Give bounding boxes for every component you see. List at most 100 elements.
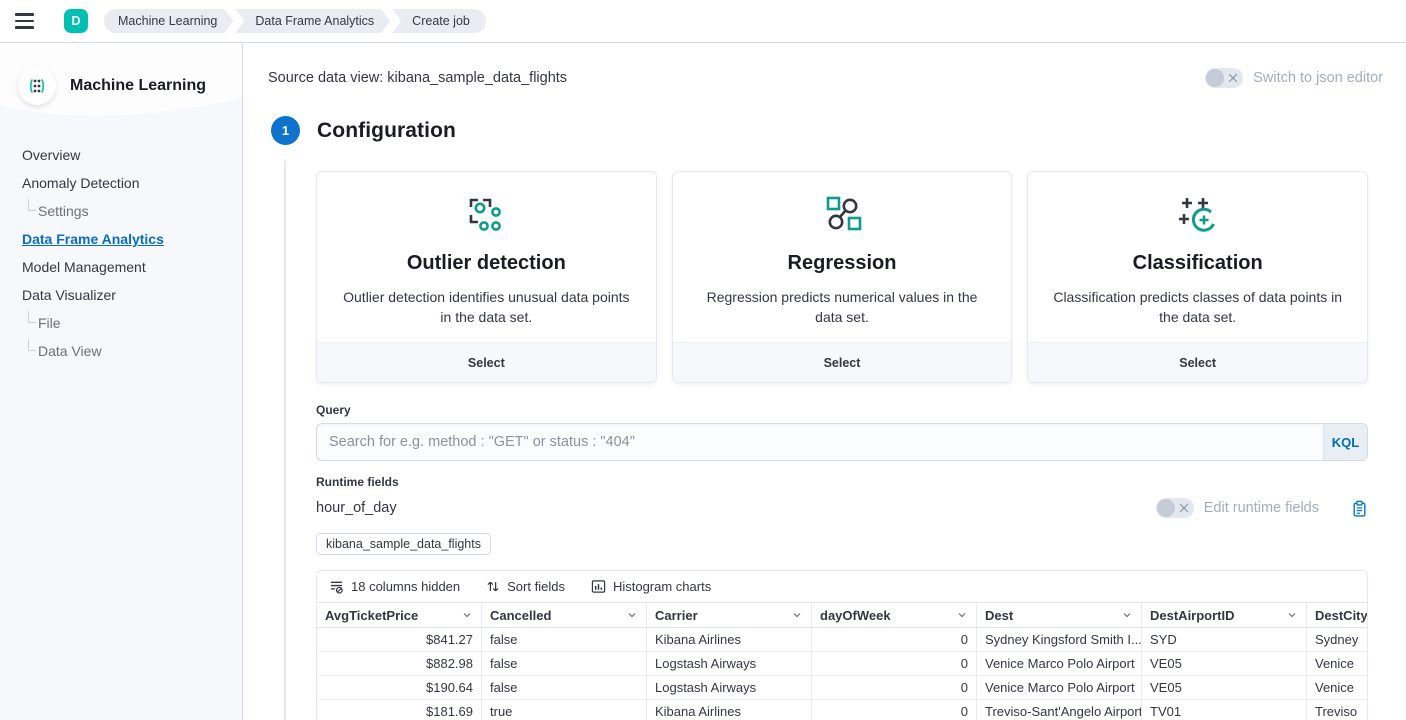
breadcrumb-create-job[interactable]: Create job [392, 9, 486, 33]
card-title: Outlier detection [407, 252, 566, 275]
json-editor-toggle-label: Switch to json editor [1253, 70, 1383, 86]
index-badge: kibana_sample_data_flights [316, 533, 491, 555]
column-header-cancelled[interactable]: Cancelled [482, 603, 647, 627]
column-header-dayofweek[interactable]: dayOfWeek [812, 603, 977, 627]
grid-cell-destairportid[interactable]: SYD [1142, 628, 1307, 651]
query-search-input[interactable] [317, 424, 1323, 460]
grid-cell-carrier[interactable]: Logstash Airways [647, 676, 812, 699]
space-avatar[interactable]: D [64, 9, 88, 33]
edit-runtime-fields-toggle[interactable] [1156, 498, 1194, 518]
kql-language-button[interactable]: KQL [1323, 424, 1367, 460]
grid-cell-dest[interactable]: Venice Marco Polo Airport [977, 676, 1142, 699]
toggle-knob [1206, 69, 1224, 87]
histogram-charts-button[interactable]: Histogram charts [591, 579, 711, 594]
grid-cell-dayofweek[interactable]: 0 [812, 700, 977, 720]
table-row: $882.98falseLogstash Airways0Venice Marc… [317, 652, 1367, 676]
grid-cell-destcityn[interactable]: Sydney [1307, 628, 1367, 651]
grid-cell-cancelled[interactable]: true [482, 700, 647, 720]
main-content: Source data view: kibana_sample_data_fli… [243, 43, 1406, 720]
column-header-destcityn[interactable]: DestCityN [1307, 603, 1367, 627]
grid-cell-dest[interactable]: Venice Marco Polo Airport [977, 652, 1142, 675]
regression-card[interactable]: Regression Regression predicts numerical… [672, 171, 1013, 383]
grid-cell-carrier[interactable]: Kibana Airlines [647, 700, 812, 720]
grid-cell-cancelled[interactable]: false [482, 628, 647, 651]
analysis-type-cards: Outlier detection Outlier detection iden… [316, 171, 1368, 383]
sidebar-item-data-frame-analytics[interactable]: Data Frame Analytics [0, 225, 242, 253]
x-icon [1179, 503, 1189, 513]
column-header-label: Dest [985, 608, 1013, 623]
source-data-view-label: Source data view: kibana_sample_data_fli… [268, 70, 567, 86]
grid-cell-dayofweek[interactable]: 0 [812, 676, 977, 699]
grid-cell-avgticketprice[interactable]: $181.69 [317, 700, 482, 720]
card-description: Classification predicts classes of data … [1052, 287, 1343, 327]
column-header-label: Carrier [655, 608, 698, 623]
sidebar-nav: OverviewAnomaly DetectionSettingsData Fr… [0, 141, 242, 365]
select-regression-button[interactable]: Select [673, 342, 1012, 382]
column-header-label: DestAirportID [1150, 608, 1235, 623]
grid-cell-destcityn[interactable]: Venice [1307, 676, 1367, 699]
grid-cell-destairportid[interactable]: VE05 [1142, 676, 1307, 699]
sidebar-item-model-management[interactable]: Model Management [0, 253, 242, 281]
column-header-label: AvgTicketPrice [325, 608, 418, 623]
sidebar: Machine Learning OverviewAnomaly Detecti… [0, 43, 243, 720]
column-header-carrier[interactable]: Carrier [647, 603, 812, 627]
grid-cell-destairportid[interactable]: VE05 [1142, 652, 1307, 675]
regression-icon [819, 194, 865, 236]
grid-cell-carrier[interactable]: Logstash Airways [647, 652, 812, 675]
grid-cell-dest[interactable]: Sydney Kingsford Smith I... [977, 628, 1142, 651]
machine-learning-logo-icon [18, 67, 56, 105]
grid-cell-avgticketprice[interactable]: $190.64 [317, 676, 482, 699]
grid-cell-avgticketprice[interactable]: $841.27 [317, 628, 482, 651]
card-title: Classification [1133, 252, 1263, 275]
menu-icon[interactable] [12, 6, 46, 36]
sidebar-item-overview[interactable]: Overview [0, 141, 242, 169]
sidebar-item-data-view[interactable]: Data View [0, 337, 242, 365]
step-title: Configuration [317, 119, 456, 143]
grid-cell-avgticketprice[interactable]: $882.98 [317, 652, 482, 675]
grid-cell-dayofweek[interactable]: 0 [812, 628, 977, 651]
grid-cell-cancelled[interactable]: false [482, 652, 647, 675]
grid-cell-destcityn[interactable]: Venice [1307, 652, 1367, 675]
select-classification-button[interactable]: Select [1028, 342, 1367, 382]
column-header-destairportid[interactable]: DestAirportID [1142, 603, 1307, 627]
step-number-badge: 1 [271, 116, 300, 145]
runtime-fields-label: Runtime fields [316, 475, 1368, 489]
sidebar-header: Machine Learning [18, 67, 242, 105]
json-editor-toggle[interactable] [1205, 68, 1243, 88]
grid-cell-dest[interactable]: Treviso-Sant'Angelo Airport [977, 700, 1142, 720]
column-header-label: Cancelled [490, 608, 551, 623]
breadcrumb-machine-learning[interactable]: Machine Learning [104, 9, 233, 33]
copy-to-clipboard-icon[interactable] [1351, 500, 1368, 517]
select-outlier-detection-button[interactable]: Select [317, 342, 656, 382]
column-header-avgticketprice[interactable]: AvgTicketPrice [317, 603, 482, 627]
sort-fields-button[interactable]: Sort fields [486, 579, 565, 594]
grid-cell-destairportid[interactable]: TV01 [1142, 700, 1307, 720]
histogram-icon [591, 579, 606, 594]
query-search-bar: KQL [316, 423, 1368, 461]
edit-runtime-fields-label: Edit runtime fields [1204, 500, 1319, 516]
card-description: Regression predicts numerical values in … [697, 287, 988, 327]
sidebar-item-data-visualizer[interactable]: Data Visualizer [0, 281, 242, 309]
x-icon [1228, 73, 1238, 83]
create-job-page: D Machine LearningData Frame AnalyticsCr… [0, 0, 1406, 720]
sidebar-item-settings[interactable]: Settings [0, 197, 242, 225]
sidebar-item-file[interactable]: File [0, 309, 242, 337]
grid-cell-cancelled[interactable]: false [482, 676, 647, 699]
outlier-detection-card[interactable]: Outlier detection Outlier detection iden… [316, 171, 657, 383]
histogram-charts-label: Histogram charts [613, 579, 711, 594]
breadcrumb-data-frame-analytics[interactable]: Data Frame Analytics [235, 9, 390, 33]
columns-icon [329, 579, 344, 594]
column-header-label: dayOfWeek [820, 608, 891, 623]
column-header-label: DestCityN [1315, 608, 1367, 623]
columns-hidden-button[interactable]: 18 columns hidden [329, 579, 460, 594]
column-header-dest[interactable]: Dest [977, 603, 1142, 627]
grid-cell-dayofweek[interactable]: 0 [812, 652, 977, 675]
breadcrumb: Machine LearningData Frame AnalyticsCrea… [104, 9, 486, 33]
top-bar: D Machine LearningData Frame AnalyticsCr… [0, 0, 1406, 43]
grid-cell-carrier[interactable]: Kibana Airlines [647, 628, 812, 651]
sidebar-item-anomaly-detection[interactable]: Anomaly Detection [0, 169, 242, 197]
classification-card[interactable]: Classification Classification predicts c… [1027, 171, 1368, 383]
grid-cell-destcityn[interactable]: Treviso [1307, 700, 1367, 720]
toggle-knob [1157, 499, 1175, 517]
columns-hidden-label: 18 columns hidden [351, 579, 460, 594]
